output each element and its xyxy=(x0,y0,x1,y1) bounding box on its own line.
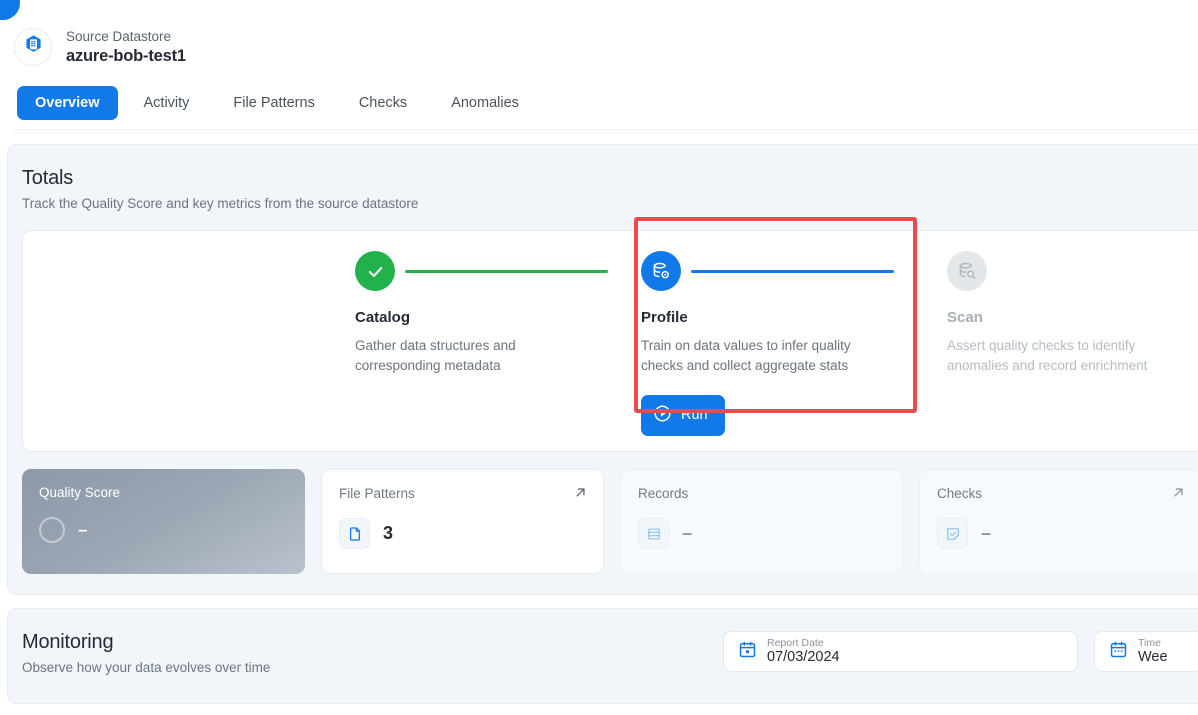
run-profile-button[interactable]: Run xyxy=(641,394,725,436)
avatar xyxy=(14,28,52,67)
stage-scan-head xyxy=(947,251,1198,292)
stage-catalog-description: Gather data structures and corresponding… xyxy=(355,338,516,374)
checks-label: Checks xyxy=(937,486,983,502)
monitoring-text: Monitoring Observe how your data evolves… xyxy=(22,631,270,675)
metric-cards: Quality Score – File Patterns 3 Records xyxy=(22,469,1198,575)
checks-icon xyxy=(937,518,968,550)
report-date-value: 07/03/2024 xyxy=(767,649,840,666)
page-header: Source Datastore azure-bob-test1 Overvie… xyxy=(0,0,1198,131)
stage-profile-description: Train on data values to infer quality ch… xyxy=(641,338,851,374)
run-profile-label: Run xyxy=(681,407,708,424)
tab-overview[interactable]: Overview xyxy=(17,86,118,121)
datastore-meta: Source Datastore azure-bob-test1 xyxy=(66,28,186,66)
stage-profile-head xyxy=(641,251,919,292)
tab-bar: Overview Activity File Patterns Checks A… xyxy=(14,86,1198,131)
records-icon xyxy=(638,518,669,550)
connector-profile-scan xyxy=(691,269,894,273)
report-date-text: Report Date 07/03/2024 xyxy=(767,637,840,667)
metric-card-records[interactable]: Records – xyxy=(620,469,903,575)
records-label: Records xyxy=(638,486,689,502)
report-date-label: Report Date xyxy=(767,636,824,649)
totals-panel: Totals Track the Quality Score and key m… xyxy=(7,144,1198,596)
stage-scan-description: Assert quality checks to identify anomal… xyxy=(947,338,1148,374)
file-patterns-body: 3 xyxy=(339,518,586,550)
monitoring-title: Monitoring xyxy=(22,631,114,654)
tab-activity[interactable]: Activity xyxy=(126,86,208,120)
score-ring-icon xyxy=(39,517,65,544)
quality-score-label: Quality Score xyxy=(39,485,121,501)
page-title: azure-bob-test1 xyxy=(66,47,186,66)
totals-title: Totals xyxy=(22,167,74,190)
database-profile-icon xyxy=(641,251,681,292)
pipeline-stages: Catalog Gather data structures and corre… xyxy=(22,217,1198,453)
stage-scan: Scan Assert quality checks to identify a… xyxy=(947,251,1198,377)
azure-blob-storage-icon xyxy=(23,34,44,60)
stage-catalog: Catalog Gather data structures and corre… xyxy=(355,251,633,377)
stage-catalog-head xyxy=(355,251,633,292)
file-patterns-value: 3 xyxy=(383,523,394,544)
tab-anomalies[interactable]: Anomalies xyxy=(433,86,537,120)
stage-catalog-name: Catalog xyxy=(355,309,411,327)
monitoring-panel: Monitoring Observe how your data evolves… xyxy=(7,608,1198,705)
quality-score-value: – xyxy=(78,520,88,540)
external-link-icon[interactable] xyxy=(573,485,588,505)
play-circle-icon xyxy=(653,404,672,427)
metric-card-checks[interactable]: Checks – xyxy=(919,469,1198,575)
database-search-icon xyxy=(947,251,987,292)
calendar-range-icon xyxy=(1109,640,1128,664)
quality-score-body: – xyxy=(39,517,288,544)
report-date-field[interactable]: Report Date 07/03/2024 xyxy=(723,631,1078,673)
stage-profile-name: Profile xyxy=(641,309,688,327)
time-frame-text: Time Wee xyxy=(1138,637,1168,667)
connector-catalog-profile xyxy=(405,269,608,273)
calendar-icon xyxy=(738,640,757,664)
external-link-icon[interactable] xyxy=(1171,485,1186,505)
time-frame-value: Wee xyxy=(1138,649,1168,666)
file-patterns-label: File Patterns xyxy=(339,486,415,502)
stage-scan-name: Scan xyxy=(947,309,983,327)
file-icon xyxy=(339,518,370,550)
datastore-kicker: Source Datastore xyxy=(66,29,172,44)
time-frame-field[interactable]: Time Wee xyxy=(1094,631,1198,673)
time-frame-label: Time xyxy=(1138,636,1161,649)
monitoring-controls: Report Date 07/03/2024 Time Wee xyxy=(723,631,1198,673)
records-value: – xyxy=(682,523,693,544)
checks-value: – xyxy=(981,523,992,544)
monitoring-subtitle: Observe how your data evolves over time xyxy=(22,660,271,676)
stage-profile: Profile Train on data values to infer qu… xyxy=(641,251,919,436)
tab-file-patterns[interactable]: File Patterns xyxy=(215,86,332,120)
records-body: – xyxy=(638,518,885,550)
datastore-identity: Source Datastore azure-bob-test1 xyxy=(14,28,1198,67)
tab-checks[interactable]: Checks xyxy=(341,86,425,120)
metric-card-quality-score[interactable]: Quality Score – xyxy=(22,469,305,575)
metric-card-file-patterns[interactable]: File Patterns 3 xyxy=(321,469,604,575)
totals-subtitle: Track the Quality Score and key metrics … xyxy=(22,196,419,212)
check-icon xyxy=(355,251,395,292)
checks-body: – xyxy=(937,518,1184,550)
